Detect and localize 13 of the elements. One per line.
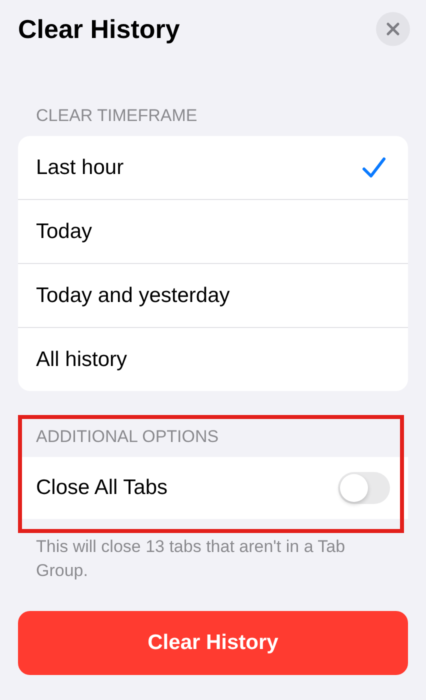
close-icon: [386, 22, 400, 36]
footnote-text: This will close 13 tabs that aren't in a Tab Group.: [35, 536, 346, 582]
clear-history-button[interactable]: Clear History: [18, 611, 408, 675]
section-header: ADDITIONAL OPTIONS: [35, 426, 220, 448]
toggle-switch[interactable]: [338, 472, 390, 504]
toggle-label: Close All Tabs: [36, 476, 168, 500]
sheet-title: Clear History: [18, 14, 180, 44]
timeframe-option[interactable]: Today: [18, 200, 408, 264]
timeframe-option[interactable]: Today and yesterday: [18, 264, 408, 328]
timeframe-option[interactable]: All history: [18, 328, 408, 391]
section-header: CLEAR TIMEFRAME: [35, 105, 198, 127]
close-button[interactable]: [376, 12, 410, 46]
timeframe-option[interactable]: Last hour: [18, 136, 408, 200]
